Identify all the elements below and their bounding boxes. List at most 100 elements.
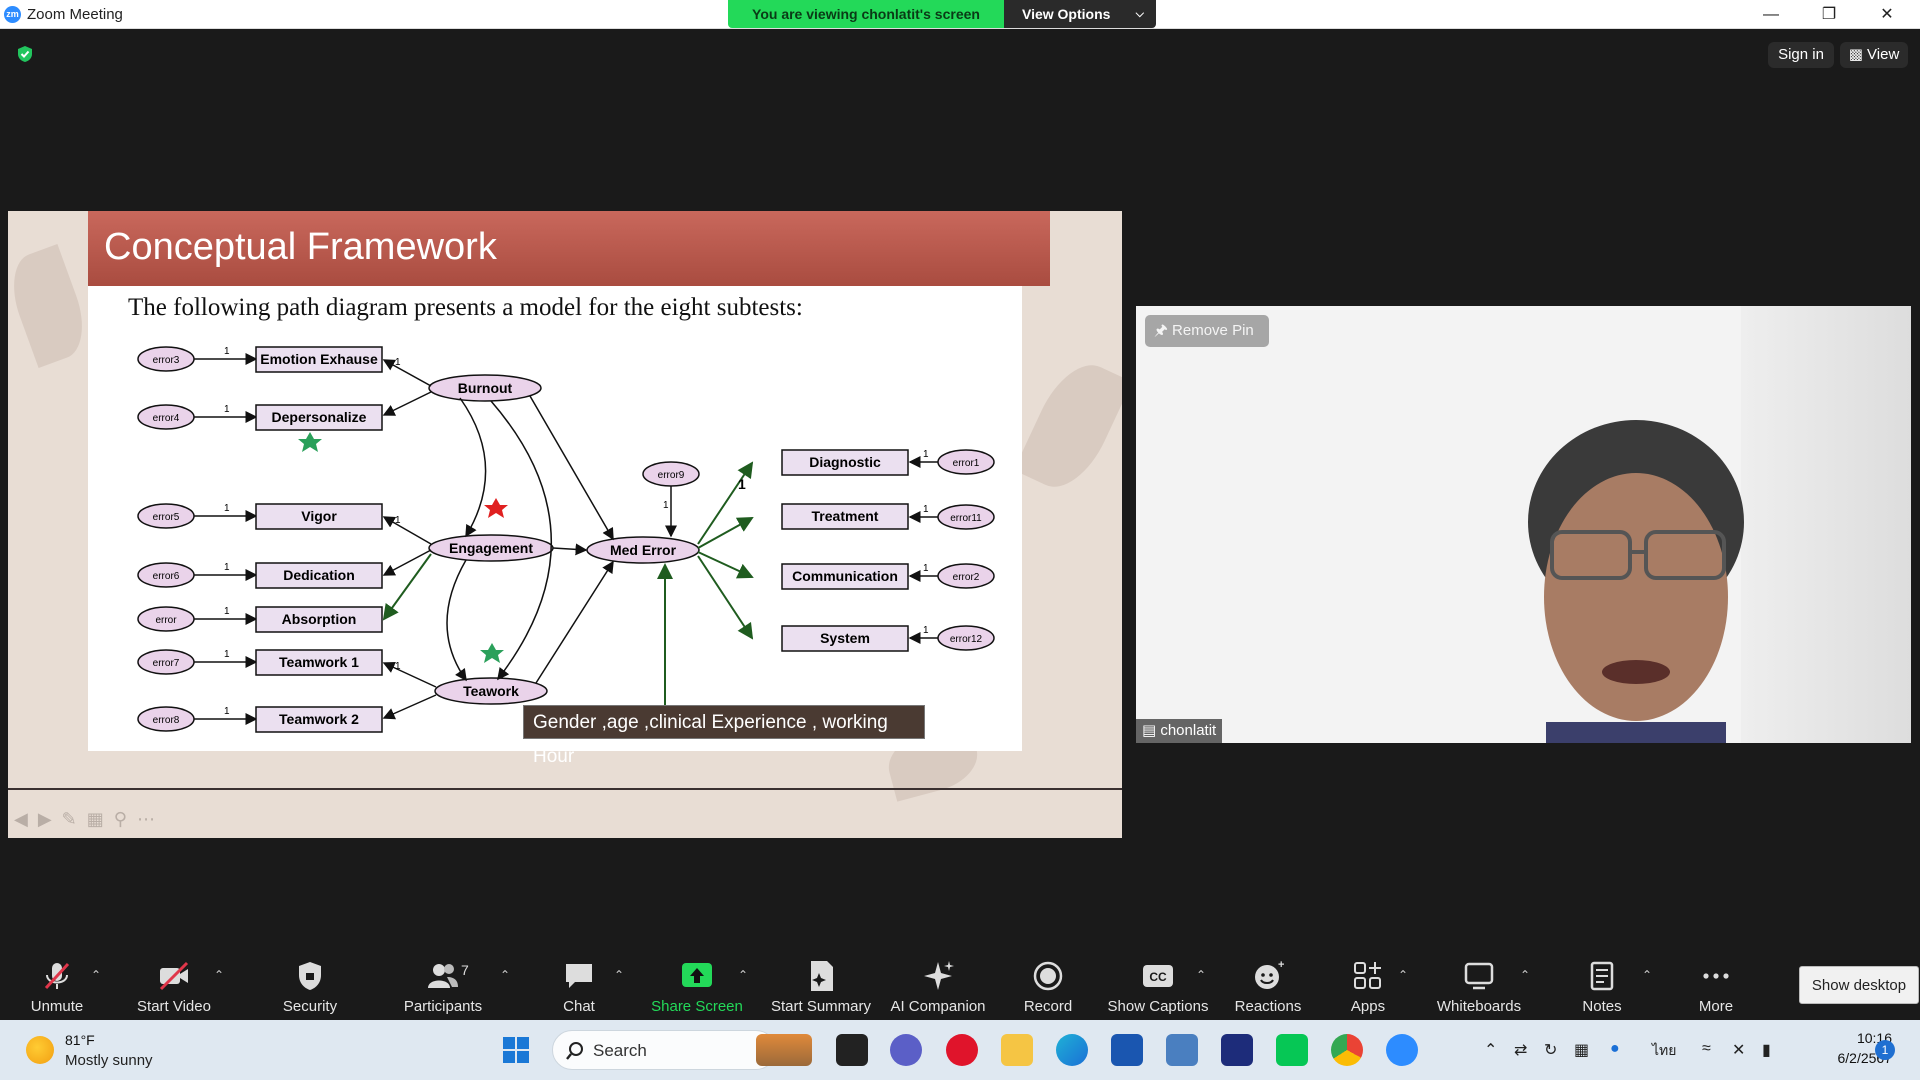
- store-icon[interactable]: [1111, 1034, 1143, 1066]
- audio-options-chevron-icon[interactable]: ⌃: [91, 968, 101, 982]
- notes-button[interactable]: Notes: [1574, 958, 1630, 1015]
- security-button[interactable]: Security: [270, 958, 350, 1015]
- participants-label: Participants: [403, 998, 483, 1015]
- tray-app-icon[interactable]: ⇄: [1514, 1040, 1527, 1060]
- start-summary-button[interactable]: Start Summary: [767, 958, 875, 1015]
- weather-temperature[interactable]: 81°F: [65, 1032, 95, 1048]
- show-captions-button[interactable]: CC Show Captions: [1106, 958, 1210, 1015]
- share-chevron-icon[interactable]: ⌃: [738, 968, 748, 982]
- apps-button[interactable]: Apps: [1344, 958, 1392, 1015]
- shared-screen: Conceptual Framework error3 1 Emotion Ex…: [8, 211, 1122, 838]
- remove-pin-button[interactable]: 🖈 Remove Pin: [1145, 315, 1269, 347]
- captions-chevron-icon[interactable]: ⌃: [1196, 968, 1206, 982]
- loading-label: 1: [663, 500, 669, 511]
- slideshow-controls[interactable]: ◀▶✎▦⚲⋯: [14, 809, 165, 830]
- right-indicators: 1 Diagnostic Treatment Communication Sys…: [697, 449, 995, 652]
- tray-stats-icon[interactable]: ▦: [1574, 1040, 1589, 1060]
- loading-label: 1: [224, 503, 230, 514]
- loading-label: 1: [923, 504, 929, 515]
- windows-start-icon[interactable]: [502, 1036, 530, 1064]
- reactions-button[interactable]: + Reactions: [1232, 958, 1304, 1015]
- chrome-icon[interactable]: [1331, 1034, 1363, 1066]
- slide-subtitle: The following path diagram presents a mo…: [128, 294, 803, 321]
- encryption-shield-icon[interactable]: [16, 45, 34, 63]
- microphone-muted-icon: [44, 962, 70, 990]
- notes-icon: [1590, 961, 1614, 991]
- view-button[interactable]: ▩ View: [1840, 42, 1908, 68]
- more-button[interactable]: More: [1690, 958, 1742, 1015]
- view-options-button[interactable]: View Options ⌵: [1004, 0, 1156, 28]
- loading-label: 1: [224, 706, 230, 717]
- error-label: error5: [153, 512, 180, 523]
- factor-path: [382, 516, 432, 545]
- taskbar-app-tool-icon[interactable]: [1166, 1034, 1198, 1066]
- minimize-button[interactable]: —: [1742, 0, 1800, 29]
- error-label: error1: [953, 458, 980, 469]
- slide-title: Conceptual Framework: [88, 211, 1050, 286]
- remove-pin-label: Remove Pin: [1172, 322, 1254, 339]
- tray-overflow-chevron-icon[interactable]: ⌃: [1484, 1040, 1497, 1060]
- error-label: error11: [950, 513, 982, 524]
- input-language[interactable]: ไทย: [1652, 1040, 1676, 1062]
- more-label: More: [1698, 998, 1734, 1015]
- factor-path: [697, 555, 754, 640]
- weather-description[interactable]: Mostly sunny: [65, 1052, 153, 1069]
- error-label: error2: [953, 572, 980, 583]
- svg-text:CC: CC: [1149, 970, 1167, 984]
- participants-button[interactable]: Participants: [398, 958, 488, 1015]
- tray-microphone-icon[interactable]: ●: [1610, 1040, 1620, 1058]
- slide-body: error3 1 Emotion Exhause error4 1 Depers…: [88, 286, 1022, 751]
- loading-label: 1: [224, 346, 230, 357]
- taskbar-app-widget-icon[interactable]: [756, 1034, 812, 1066]
- error-label: error6: [153, 571, 180, 582]
- video-options-chevron-icon[interactable]: ⌃: [214, 968, 224, 982]
- svg-text:+: +: [1278, 959, 1284, 971]
- latent-variables: Burnout Engagement Teawork Med Error: [428, 374, 700, 705]
- file-explorer-icon[interactable]: [1001, 1034, 1033, 1066]
- restore-button[interactable]: ❐: [1800, 0, 1858, 29]
- share-screen-button[interactable]: Share Screen: [648, 958, 746, 1015]
- record-button[interactable]: Record: [1014, 958, 1082, 1015]
- line-app-icon[interactable]: [1276, 1034, 1308, 1066]
- whiteboards-chevron-icon[interactable]: ⌃: [1520, 968, 1530, 982]
- loading-label: 1: [395, 661, 401, 672]
- more-dots-icon: [1703, 973, 1729, 979]
- start-video-button[interactable]: Start Video: [129, 958, 219, 1015]
- taskbar-app-window-icon[interactable]: [836, 1034, 868, 1066]
- error-label: error9: [658, 470, 685, 481]
- battery-icon[interactable]: ▮: [1762, 1040, 1771, 1060]
- teams-icon[interactable]: [890, 1034, 922, 1066]
- start-summary-label: Start Summary: [770, 998, 872, 1015]
- edge-icon[interactable]: [1056, 1034, 1088, 1066]
- notification-badge[interactable]: 1: [1875, 1040, 1895, 1060]
- indicator-label: Vigor: [301, 508, 337, 524]
- indicator-label: System: [820, 630, 870, 646]
- taskbar-search-box[interactable]: Search: [552, 1030, 776, 1070]
- close-button[interactable]: ✕: [1858, 0, 1916, 29]
- ai-companion-label: AI Companion: [890, 998, 986, 1015]
- notes-chevron-icon[interactable]: ⌃: [1642, 968, 1652, 982]
- chat-button[interactable]: Chat: [546, 958, 612, 1015]
- word-app-icon[interactable]: [1221, 1034, 1253, 1066]
- ai-companion-button[interactable]: AI Companion: [886, 958, 990, 1015]
- indicator-label: Depersonalize: [272, 409, 367, 425]
- pin-icon: 🖈: [1154, 322, 1173, 339]
- unmute-button[interactable]: Unmute: [18, 958, 96, 1015]
- participant-name: chonlatit: [1160, 722, 1217, 739]
- zoom-taskbar-icon[interactable]: [1386, 1034, 1418, 1066]
- participant-video[interactable]: 🖈 Remove Pin ▤ chonlatit: [1136, 306, 1911, 743]
- opera-icon[interactable]: [946, 1034, 978, 1066]
- record-label: Record: [1023, 998, 1073, 1015]
- loading-label: 1: [395, 357, 401, 368]
- participants-chevron-icon[interactable]: ⌃: [500, 968, 510, 982]
- chat-chevron-icon[interactable]: ⌃: [614, 968, 624, 982]
- sign-in-button[interactable]: Sign in: [1768, 42, 1834, 68]
- apps-chevron-icon[interactable]: ⌃: [1398, 968, 1408, 982]
- tray-sync-icon[interactable]: ↻: [1544, 1040, 1557, 1060]
- speaker-muted-icon[interactable]: ✕: [1732, 1040, 1745, 1060]
- wifi-icon[interactable]: ≈: [1702, 1040, 1711, 1058]
- window-title: Zoom Meeting: [27, 6, 123, 23]
- whiteboards-button[interactable]: Whiteboards: [1432, 958, 1526, 1015]
- weather-sun-icon[interactable]: [26, 1036, 54, 1064]
- title-bar: zm Zoom Meeting You are viewing chonlati…: [0, 0, 1920, 29]
